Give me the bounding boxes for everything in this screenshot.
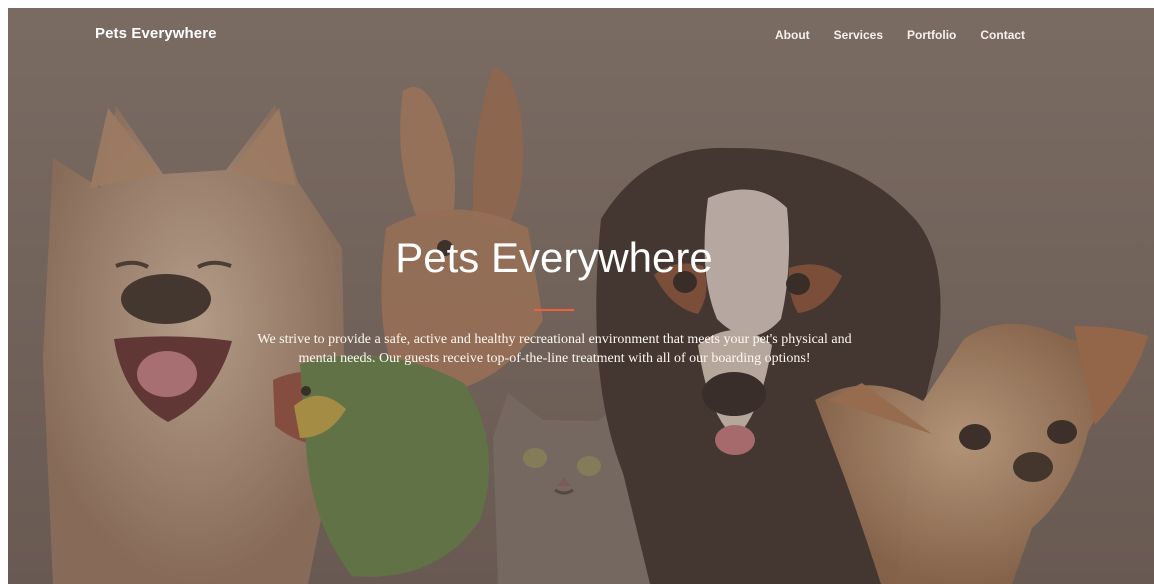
nav-link-portfolio[interactable]: Portfolio <box>907 28 956 42</box>
hero-title: Pets Everywhere <box>395 234 713 281</box>
nav-links: About Services Portfolio Contact <box>775 28 1025 42</box>
hero-divider <box>534 309 574 311</box>
top-navbar: Pets Everywhere About Services Portfolio… <box>8 8 1154 66</box>
nav-link-contact[interactable]: Contact <box>980 28 1025 42</box>
nav-link-about[interactable]: About <box>775 28 810 42</box>
page: Pets Everywhere About Services Portfolio… <box>0 0 1154 584</box>
nav-link-services[interactable]: Services <box>834 28 883 42</box>
brand-link[interactable]: Pets Everywhere <box>95 25 217 42</box>
hero-content: Pets Everywhere We strive to provide a s… <box>8 8 1154 584</box>
hero-description: We strive to provide a safe, active and … <box>257 332 852 366</box>
